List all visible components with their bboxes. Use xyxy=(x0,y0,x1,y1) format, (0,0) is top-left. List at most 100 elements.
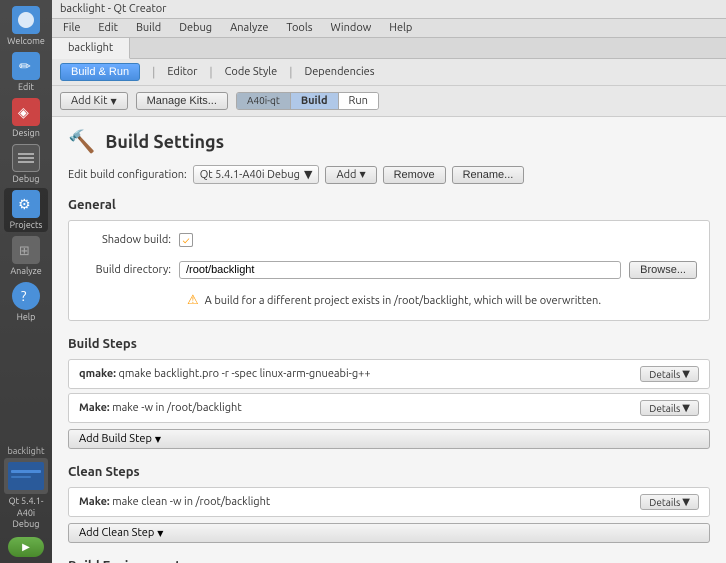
general-section: General Shadow build: Build directory: B… xyxy=(68,198,710,321)
sidebar-label-projects: Projects xyxy=(10,220,43,230)
sidebar-label-design: Design xyxy=(12,128,40,138)
build-run-button[interactable]: Build & Run xyxy=(60,63,140,81)
sidebar-item-design[interactable]: ◈ Design xyxy=(4,96,48,140)
general-title: General xyxy=(68,198,710,212)
build-settings-header: 🔨 Build Settings xyxy=(68,129,710,155)
build-step-qmake: qmake: qmake backlight.pro -r -spec linu… xyxy=(68,359,710,389)
add-arrow-icon: ▼ xyxy=(359,170,365,179)
code-style-tab[interactable]: Code Style xyxy=(225,66,278,78)
sidebar-label-debug: Debug xyxy=(13,174,40,184)
kit-selector[interactable]: A40i-qt Build Run xyxy=(236,92,379,110)
make-details-arrow-icon: ▼ xyxy=(682,402,690,414)
menu-tools[interactable]: Tools xyxy=(283,21,315,35)
build-step-make: Make: make -w in /root/backlight Details… xyxy=(68,393,710,423)
main-area: backlight - Qt Creator File Edit Build D… xyxy=(52,0,726,563)
svg-text:◈: ◈ xyxy=(18,104,29,120)
toolbar-separator-3: | xyxy=(289,66,292,79)
config-select-arrow: ▼ xyxy=(304,168,312,181)
build-settings-title: Build Settings xyxy=(105,132,224,152)
build-dir-input[interactable] xyxy=(179,261,621,279)
toolbar-separator-2: | xyxy=(209,66,212,79)
browse-button[interactable]: Browse... xyxy=(629,261,697,279)
config-select[interactable]: Qt 5.4.1-A40i Debug ▼ xyxy=(193,165,320,184)
sidebar-label-help: Help xyxy=(17,312,36,322)
sidebar-label-analyze: Analyze xyxy=(10,266,41,276)
add-clean-step-arrow: ▼ xyxy=(157,529,163,538)
build-dir-row: Build directory: Browse... xyxy=(81,257,697,283)
kit-area: Add Kit ▼ Manage Kits... A40i-qt Build R… xyxy=(52,86,726,117)
tabbar: backlight xyxy=(52,38,726,59)
details-arrow-icon: ▼ xyxy=(682,368,690,380)
config-row: Edit build configuration: Qt 5.4.1-A40i … xyxy=(68,165,710,184)
titlebar: backlight - Qt Creator xyxy=(52,0,726,19)
clean-details-arrow-icon: ▼ xyxy=(682,496,690,508)
make-details-button[interactable]: Details ▼ xyxy=(640,400,699,416)
build-env-title: Build Environment xyxy=(68,559,710,563)
toolbar-separator-1: | xyxy=(152,66,155,79)
kit-run-tab[interactable]: Run xyxy=(339,93,378,109)
window-title: backlight - Qt Creator xyxy=(60,3,166,15)
warning-row: ⚠ A build for a different project exists… xyxy=(179,289,697,312)
clean-make-details-button[interactable]: Details ▼ xyxy=(640,494,699,510)
menu-edit[interactable]: Edit xyxy=(95,21,121,35)
tab-backlight[interactable]: backlight xyxy=(52,38,130,59)
project-thumbnail[interactable] xyxy=(4,458,48,494)
toolbar: Build & Run | Editor | Code Style | Depe… xyxy=(52,59,726,86)
add-kit-button[interactable]: Add Kit ▼ xyxy=(60,92,128,110)
clean-steps-section: Clean Steps Make: make clean -w in /root… xyxy=(68,465,710,543)
build-step-make-text: Make: make -w in /root/backlight xyxy=(79,402,640,414)
project-name: backlight xyxy=(7,446,44,456)
sidebar-item-help[interactable]: ? Help xyxy=(4,280,48,324)
sidebar-label-edit: Edit xyxy=(18,82,34,92)
shadow-build-row: Shadow build: xyxy=(81,229,697,251)
menu-file[interactable]: File xyxy=(60,21,83,35)
sidebar-item-projects[interactable]: ⚙ Projects xyxy=(4,188,48,232)
svg-text:⚙: ⚙ xyxy=(18,196,31,212)
add-config-button[interactable]: Add ▼ xyxy=(325,166,376,184)
shadow-build-checkbox[interactable] xyxy=(179,233,193,247)
hammer-icon: 🔨 xyxy=(68,129,95,155)
menubar: File Edit Build Debug Analyze Tools Wind… xyxy=(52,19,726,38)
svg-text:⊞: ⊞ xyxy=(19,244,30,258)
sidebar-item-debug[interactable]: Debug xyxy=(4,142,48,186)
menu-debug[interactable]: Debug xyxy=(176,21,215,35)
build-env-section: Build Environment Use System Environment… xyxy=(68,559,710,563)
content-area: 🔨 Build Settings Edit build configuratio… xyxy=(52,117,726,563)
sidebar-item-analyze[interactable]: ⊞ Analyze xyxy=(4,234,48,278)
qmake-details-button[interactable]: Details ▼ xyxy=(640,366,699,382)
project-kit-label: Qt 5.4.1-A40iDebug xyxy=(0,496,52,531)
menu-help[interactable]: Help xyxy=(386,21,415,35)
menu-analyze[interactable]: Analyze xyxy=(227,21,271,35)
svg-text:?: ? xyxy=(21,288,27,304)
edit-config-label: Edit build configuration: xyxy=(68,169,187,181)
sidebar-item-welcome[interactable]: Welcome xyxy=(4,4,48,48)
add-clean-step-button[interactable]: Add Clean Step ▼ xyxy=(68,523,710,543)
menu-build[interactable]: Build xyxy=(133,21,164,35)
add-kit-arrow: ▼ xyxy=(110,97,116,106)
build-steps-section: Build Steps qmake: qmake backlight.pro -… xyxy=(68,337,710,449)
kit-build-tab[interactable]: Build xyxy=(291,93,339,109)
warning-icon: ⚠ xyxy=(187,293,199,308)
add-build-step-button[interactable]: Add Build Step ▼ xyxy=(68,429,710,449)
manage-kits-button[interactable]: Manage Kits... xyxy=(136,92,228,110)
shadow-build-label: Shadow build: xyxy=(81,234,171,246)
remove-config-button[interactable]: Remove xyxy=(383,166,446,184)
add-build-step-arrow: ▼ xyxy=(155,435,161,444)
warning-text: A build for a different project exists i… xyxy=(205,295,601,307)
rename-config-button[interactable]: Rename... xyxy=(452,166,525,184)
sidebar-label-welcome: Welcome xyxy=(7,36,45,46)
sidebar: Welcome ✏ Edit ◈ Design Debug ⚙ Projects… xyxy=(0,0,52,563)
clean-step-make-text: Make: make clean -w in /root/backlight xyxy=(79,496,640,508)
clean-steps-title: Clean Steps xyxy=(68,465,710,479)
sidebar-item-edit[interactable]: ✏ Edit xyxy=(4,50,48,94)
dependencies-tab[interactable]: Dependencies xyxy=(304,66,374,78)
run-button[interactable] xyxy=(8,537,44,557)
kit-name: A40i-qt xyxy=(237,93,291,109)
build-dir-label: Build directory: xyxy=(81,264,171,276)
svg-text:✏: ✏ xyxy=(19,58,31,74)
editor-tab[interactable]: Editor xyxy=(167,66,197,78)
build-steps-title: Build Steps xyxy=(68,337,710,351)
menu-window[interactable]: Window xyxy=(328,21,375,35)
clean-step-make: Make: make clean -w in /root/backlight D… xyxy=(68,487,710,517)
sidebar-project-area: backlight Qt 5.4.1-A40iDebug xyxy=(0,446,52,563)
